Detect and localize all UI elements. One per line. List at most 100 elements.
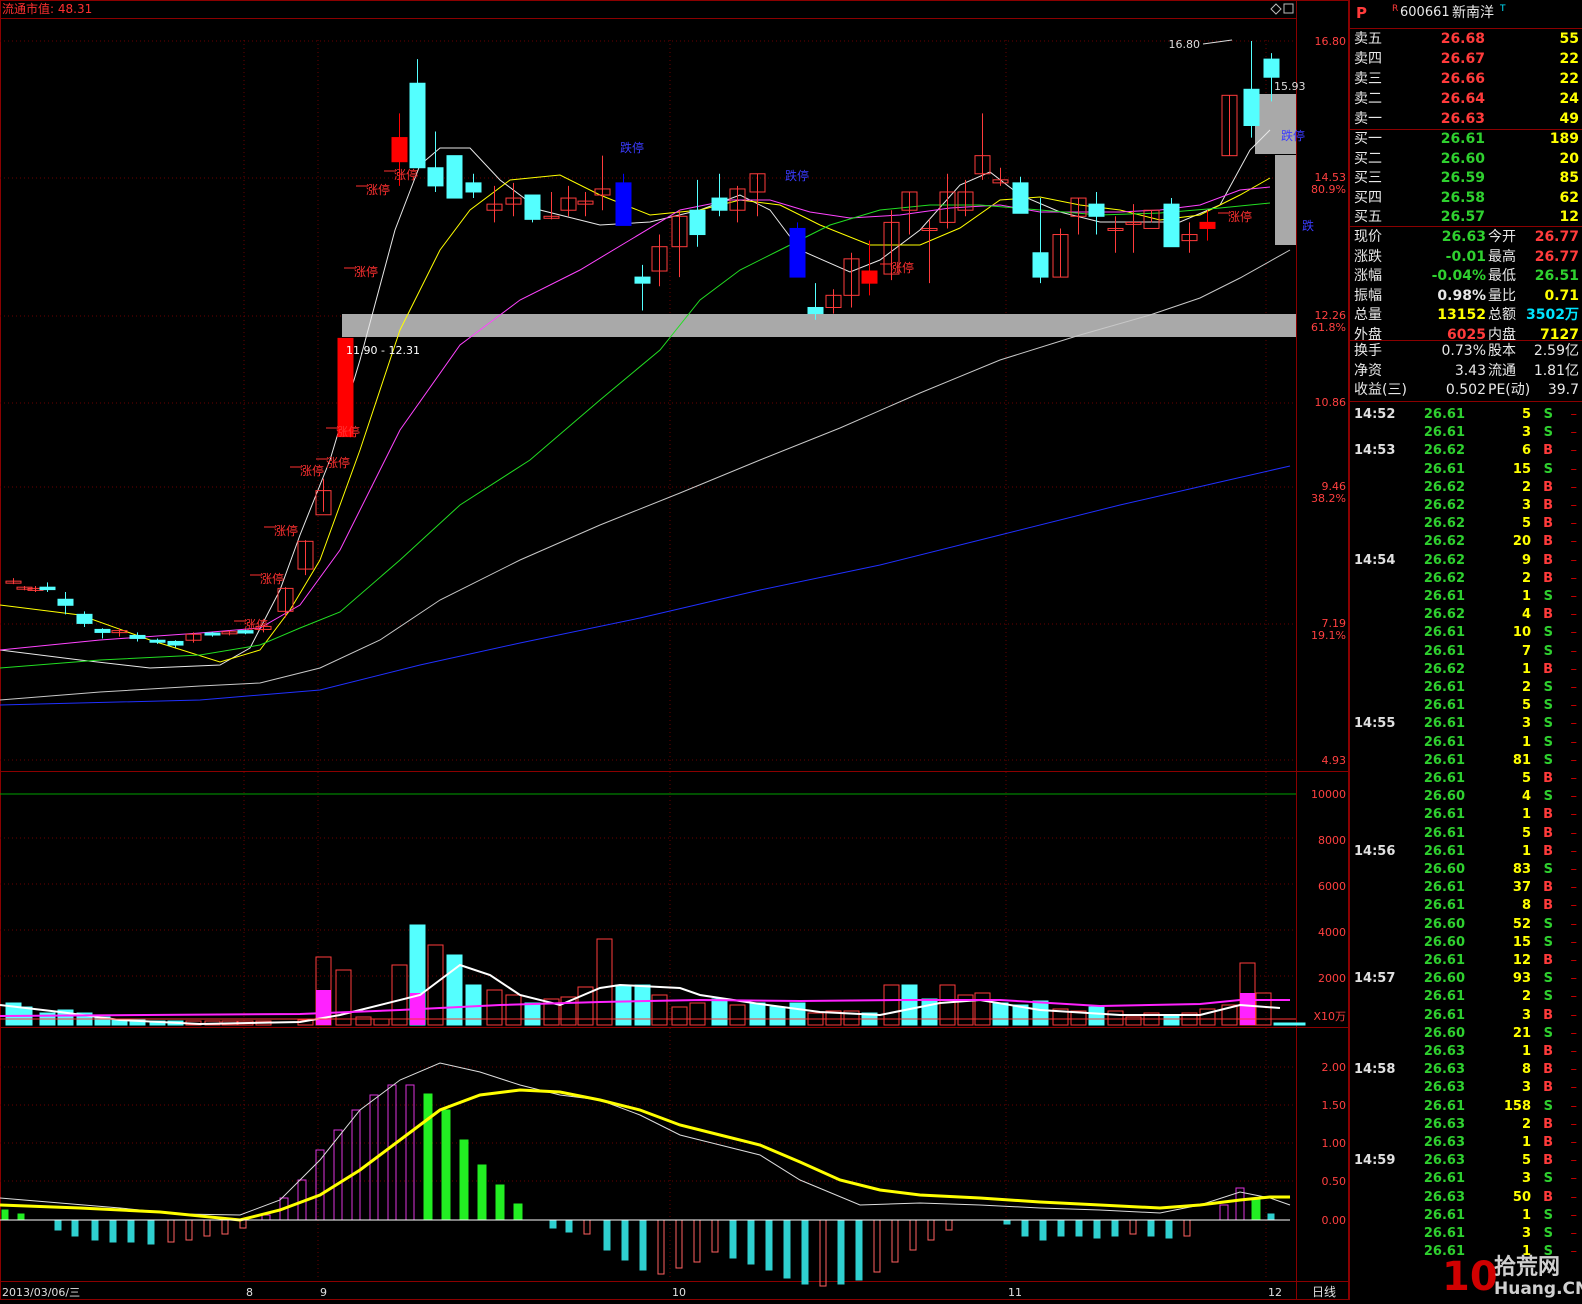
candle-body — [76, 613, 93, 624]
tick-dash: – — [1570, 1025, 1578, 1041]
tick-row: 26.61 12 B – — [1350, 952, 1582, 970]
maximize-icon[interactable] — [1283, 3, 1294, 14]
tick-volume: 7 — [1521, 643, 1531, 659]
stat-value: 26.51 — [1534, 268, 1579, 284]
price-axis-label: 16.80 — [1315, 35, 1347, 48]
tick-price: 26.61 — [1423, 734, 1465, 750]
tick-side: B — [1543, 443, 1553, 459]
bid-label: 买二 — [1354, 150, 1382, 167]
tick-side: S — [1543, 734, 1553, 750]
tick-side: B — [1543, 1189, 1553, 1205]
tick-dash: – — [1570, 589, 1578, 604]
tick-volume: 1 — [1521, 589, 1531, 604]
macd-bar — [621, 1219, 629, 1261]
tick-row: 26.61 1 B – — [1350, 806, 1582, 824]
macd-bar — [1093, 1219, 1101, 1239]
tick-volume: 2 — [1521, 989, 1531, 1005]
candle-body — [57, 598, 74, 606]
tick-row: 26.61 3 S – — [1350, 424, 1582, 442]
stat-value: 0.71 — [1544, 287, 1579, 304]
tick-volume: 158 — [1503, 1098, 1531, 1114]
bid-row: 买二 26.60 20 — [1350, 150, 1582, 168]
macd-bar — [927, 1219, 935, 1241]
tick-side: B — [1543, 552, 1553, 568]
tick-side: S — [1543, 989, 1553, 1005]
ask-volume: 22 — [1559, 71, 1579, 87]
bid-volume: 62 — [1559, 189, 1579, 206]
tick-price: 26.61 — [1423, 643, 1465, 659]
bid-label: 买五 — [1354, 209, 1382, 225]
bid-volume: 12 — [1559, 209, 1579, 225]
tick-dash: – — [1570, 989, 1578, 1005]
candle-body — [807, 306, 824, 315]
date-start: 2013/03/06/三 — [2, 1286, 80, 1299]
tick-dash: – — [1570, 734, 1578, 750]
macd-dif — [0, 1062, 1291, 1216]
p-icon[interactable]: P — [1356, 4, 1367, 22]
candle-body — [789, 227, 806, 278]
tick-price: 26.62 — [1423, 479, 1465, 495]
date-tick: 9 — [320, 1286, 327, 1299]
tick-side: B — [1543, 534, 1553, 550]
candle-body — [689, 209, 706, 236]
limit-down-zone — [1255, 94, 1296, 154]
tick-volume: 15 — [1512, 934, 1531, 950]
tick-row: 26.62 20 B – — [1350, 533, 1582, 551]
tick-price: 26.61 — [1423, 1226, 1465, 1241]
tick-volume: 81 — [1512, 752, 1531, 768]
tick-volume: 5 — [1521, 407, 1531, 422]
tick-price: 26.63 — [1423, 1062, 1465, 1078]
volume-bar — [749, 1002, 766, 1026]
tick-price: 26.63 — [1423, 1044, 1465, 1059]
macd-bar — [17, 1213, 25, 1221]
tick-volume: 37 — [1512, 880, 1531, 896]
macd-bar — [583, 1219, 591, 1235]
tick-volume: 12 — [1512, 953, 1531, 968]
tick-price: 26.61 — [1423, 953, 1465, 968]
gap-zone — [342, 314, 1296, 337]
tick-row: 26.60 52 S – — [1350, 916, 1582, 934]
tick-volume: 15 — [1512, 461, 1531, 477]
tick-price: 26.61 — [1423, 680, 1465, 695]
tick-dash: – — [1570, 971, 1578, 987]
stat-label: 最高 — [1488, 248, 1516, 265]
tick-dash: – — [1570, 407, 1578, 422]
tick-volume: 2 — [1521, 680, 1531, 695]
macd-bar — [747, 1219, 755, 1265]
tick-row: 26.61 2 S – — [1350, 988, 1582, 1006]
candle-body — [1199, 221, 1216, 229]
candle-body — [615, 182, 632, 226]
tick-row: 26.61 5 B – — [1350, 770, 1582, 788]
date-tick: 10 — [672, 1286, 686, 1299]
tick-row: 14:58 26.63 8 B – — [1350, 1061, 1582, 1079]
tick-volume: 21 — [1512, 1025, 1531, 1041]
fund-row: 净资 3.43 流通 1.81亿 — [1350, 362, 1582, 380]
tick-price: 26.60 — [1423, 971, 1465, 987]
tick-dash: – — [1570, 807, 1578, 823]
kline-chart[interactable]: 16.8014.5380.9%12.2661.8%10.869.4638.2%7… — [0, 0, 1349, 1300]
candle-body — [427, 167, 444, 187]
diamond-icon[interactable] — [1270, 3, 1282, 15]
tick-row: 26.61 1 S – — [1350, 588, 1582, 606]
tick-row: 26.61 15 S – — [1350, 461, 1582, 479]
tick-price: 26.63 — [1423, 1189, 1465, 1205]
bid-volume: 20 — [1559, 150, 1579, 167]
candle-body — [1163, 203, 1180, 248]
candle-body — [39, 586, 56, 591]
ma-line — [0, 202, 1271, 669]
limit-up-label: 涨停 — [274, 523, 298, 538]
candlesticks — [5, 41, 1280, 648]
tick-side: S — [1543, 1171, 1553, 1187]
bid-price: 26.57 — [1440, 209, 1485, 225]
macd-bar — [855, 1219, 863, 1281]
tick-side: S — [1543, 1226, 1553, 1241]
tick-price: 26.61 — [1423, 698, 1465, 714]
stat-label: 振幅 — [1354, 287, 1382, 304]
ask-row: 卖三 26.66 22 — [1350, 70, 1582, 88]
tick-dash: – — [1570, 916, 1578, 932]
macd-bar — [1267, 1213, 1275, 1221]
volume-axis-label: X10万 — [1313, 1010, 1346, 1023]
volume-bar — [1273, 1022, 1290, 1026]
volume-axis-label: 4000 — [1318, 926, 1346, 939]
limit-up-label: 涨停 — [366, 182, 390, 197]
